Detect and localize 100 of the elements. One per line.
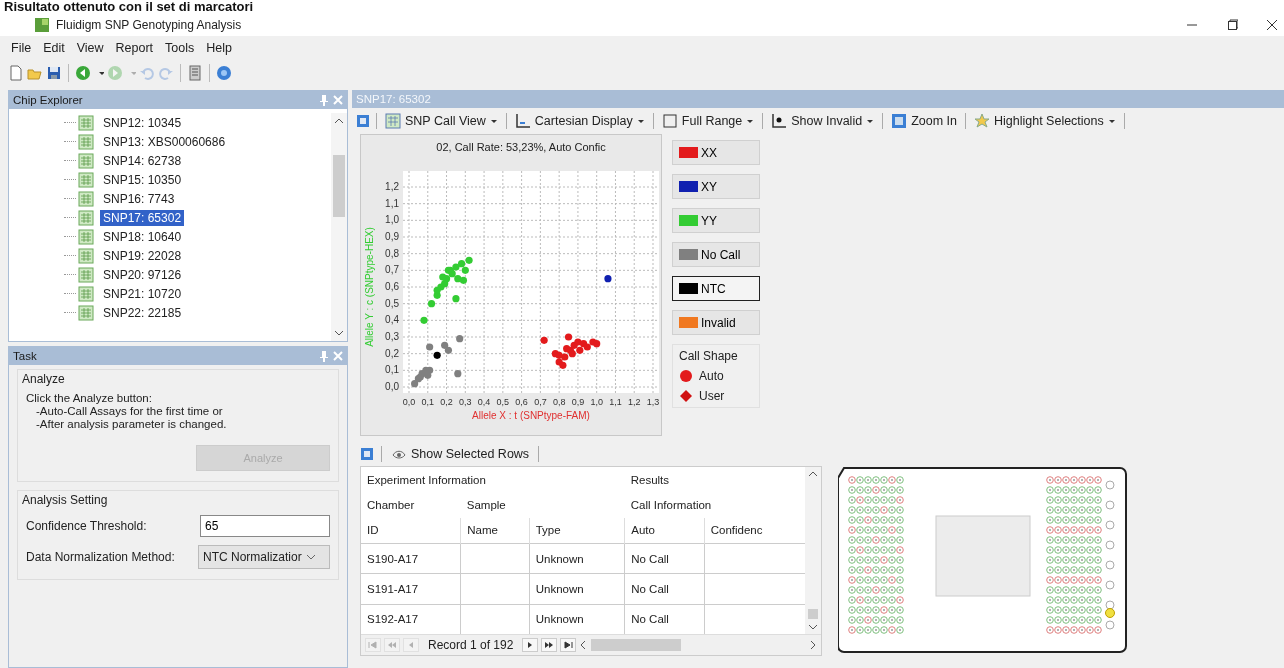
tree-item[interactable]: SNP16: 7743: [100, 190, 178, 207]
x-axis-title: Allele X : t (SNPtype-FAM): [472, 410, 590, 421]
table-cell: S191-A17: [361, 573, 461, 605]
legend-button[interactable]: No Call: [672, 242, 760, 267]
last-page-icon[interactable]: [560, 638, 577, 652]
group-title: Call Shape: [679, 349, 739, 363]
chevron-up-icon[interactable]: [808, 470, 818, 478]
star-icon: [974, 113, 990, 129]
table-icon[interactable]: [360, 447, 374, 461]
legend-button[interactable]: XY: [672, 174, 760, 199]
column-header[interactable]: Name: [460, 517, 530, 544]
close-icon[interactable]: [1266, 19, 1278, 31]
vertical-scrollbar[interactable]: [331, 113, 347, 341]
legend-button[interactable]: XX: [672, 140, 760, 165]
tick-label: 0,2: [385, 347, 399, 359]
dropdown-button[interactable]: Cartesian Display: [512, 112, 647, 130]
point-icon: [771, 113, 788, 129]
group-title: Analyze: [22, 372, 66, 386]
caret-icon: [489, 117, 498, 125]
chevron-down-icon[interactable]: [808, 623, 818, 631]
tick-label: 0,4: [477, 397, 491, 407]
tree-item[interactable]: SNP17: 65302: [100, 209, 185, 226]
tick-label: 1,0: [590, 397, 603, 407]
legend-button[interactable]: YY: [672, 208, 760, 233]
dropdown-button[interactable]: Full Range: [659, 112, 757, 130]
tree-item[interactable]: SNP19: 22028: [100, 247, 185, 264]
circle-icon: [679, 369, 693, 383]
tree-item[interactable]: SNP20: 97126: [100, 266, 185, 283]
report-icon[interactable]: [187, 65, 203, 81]
dropdown-button[interactable]: Highlight Selections: [972, 112, 1118, 130]
help-icon[interactable]: [216, 65, 232, 81]
pin-icon[interactable]: [319, 350, 329, 362]
shape-label: Auto: [699, 369, 724, 383]
data-point: [454, 370, 462, 378]
data-point: [604, 275, 612, 283]
tick-label: 1,0: [385, 214, 399, 226]
field-label: Data Normalization Method:: [26, 550, 176, 564]
scrollbar-thumb[interactable]: [808, 609, 818, 619]
tree-item[interactable]: SNP15: 10350: [100, 171, 185, 188]
diamond-icon: [679, 389, 693, 403]
save-icon[interactable]: [46, 65, 62, 81]
column-header[interactable]: ID: [361, 517, 461, 544]
table-cell: No Call: [624, 573, 705, 605]
menu-item[interactable]: File: [6, 39, 37, 57]
pin-icon[interactable]: [319, 94, 329, 106]
tick-label: 0,8: [552, 397, 566, 407]
instruction-text: -After analysis parameter is changed.: [35, 418, 228, 431]
data-point: [452, 295, 460, 303]
tick-label: 0,9: [571, 397, 585, 407]
toolbar-button[interactable]: Show Selected Rows: [389, 446, 532, 462]
dropdown-button[interactable]: SNP Call View: [383, 112, 500, 130]
toolbar-button[interactable]: Zoom In: [889, 112, 959, 130]
horizontal-scrollbar[interactable]: [579, 638, 817, 652]
column-header[interactable]: Type: [529, 517, 625, 544]
app-icon: [34, 17, 50, 33]
menu-item[interactable]: View: [71, 39, 109, 57]
threshold-field[interactable]: 65: [200, 515, 330, 537]
dropdown-button[interactable]: Show Invalid: [769, 112, 877, 130]
vertical-scrollbar[interactable]: [805, 467, 821, 634]
window-title: Fluidigm SNP Genotyping Analysis: [56, 18, 243, 32]
panel-title: Chip Explorer: [13, 94, 84, 106]
tree-item[interactable]: SNP12: 10345: [100, 114, 185, 131]
legend-button[interactable]: Invalid: [672, 310, 760, 335]
normalization-dropdown[interactable]: NTC Normalizatior: [198, 545, 330, 569]
fast-back-icon[interactable]: [384, 638, 400, 652]
table-icon[interactable]: [356, 114, 370, 128]
menu-item[interactable]: Tools: [160, 39, 200, 57]
instruction-text: Click the Analyze button:: [26, 392, 153, 405]
grid-icon: [78, 247, 94, 264]
chevron-right-icon[interactable]: [809, 640, 817, 650]
tree-item[interactable]: SNP21: 10720: [100, 285, 185, 302]
menu-item[interactable]: Report: [110, 39, 159, 57]
chevron-up-icon[interactable]: [334, 117, 344, 125]
chevron-down-icon[interactable]: [334, 329, 344, 337]
scrollbar-thumb[interactable]: [591, 639, 682, 651]
grid-icon: [78, 304, 94, 321]
tree-item[interactable]: SNP13: XBS00060686: [100, 133, 229, 150]
zoom-icon: [891, 113, 908, 129]
menu-item[interactable]: Help: [201, 39, 237, 57]
tick-label: 0,4: [385, 314, 399, 326]
tree-item[interactable]: SNP22: 22185: [100, 304, 185, 321]
fast-forward-icon[interactable]: [541, 638, 558, 652]
first-page-icon[interactable]: [365, 638, 381, 652]
grid-icon: [78, 190, 94, 207]
legend-button[interactable]: NTC: [672, 276, 760, 301]
tick-label: 0,0: [402, 397, 416, 407]
document-icon[interactable]: [8, 65, 24, 81]
axes-icon: [514, 113, 531, 129]
tree-item[interactable]: SNP18: 10640: [100, 228, 185, 245]
grid-icon: [78, 266, 94, 283]
column-header[interactable]: Auto: [624, 517, 705, 544]
table-cell: Unknown: [529, 543, 625, 574]
previous-icon[interactable]: [403, 638, 419, 652]
menu-item[interactable]: Edit: [38, 39, 70, 57]
next-icon[interactable]: [522, 638, 539, 652]
chevron-left-icon[interactable]: [579, 640, 588, 650]
maximize-icon[interactable]: [1226, 19, 1238, 31]
tree-item[interactable]: SNP14: 62738: [100, 152, 185, 169]
table-cell: S190-A17: [361, 543, 461, 574]
scrollbar-thumb[interactable]: [333, 155, 345, 217]
